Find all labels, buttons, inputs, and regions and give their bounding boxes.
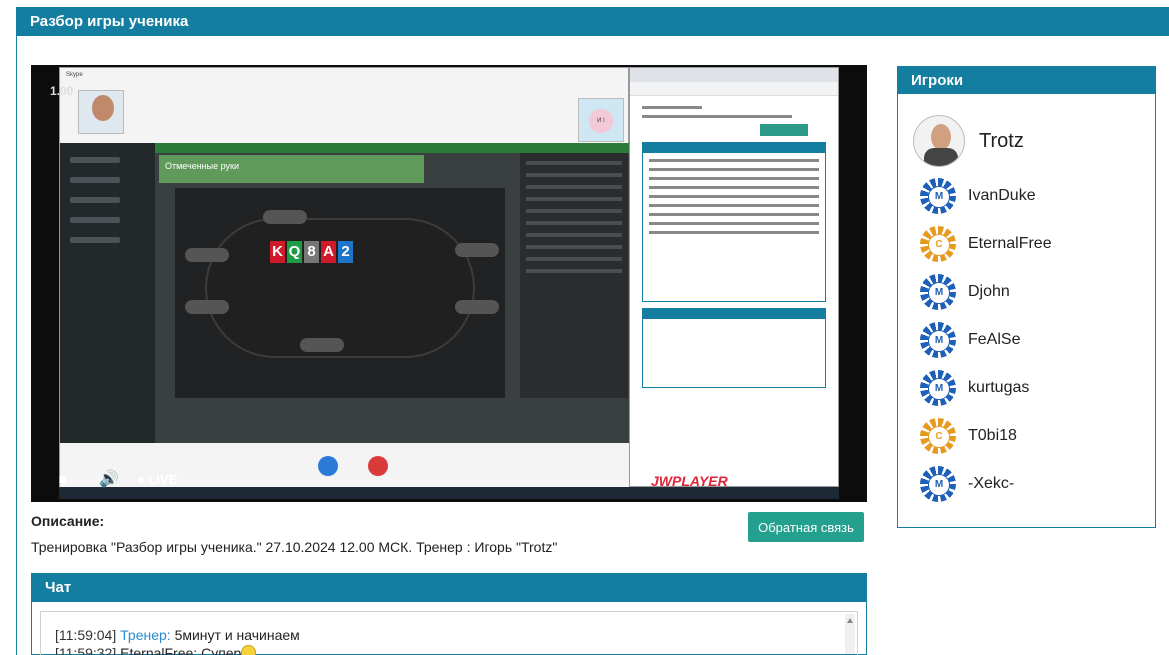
feedback-button[interactable]: Обратная связь [748,512,864,542]
participant-thumbnail [78,90,124,134]
marked-hands-header: Отмеченные руки [159,155,424,183]
hand-history-panel [520,153,628,398]
description-text: Тренировка "Разбор игры ученика." 27.10.… [31,539,558,555]
shared-screen: Skype И I Отмеченные руки KQ8A2 [59,67,839,499]
host-player[interactable]: Trotz [913,115,1024,167]
participant-thumbnail: И I [578,98,624,142]
cast-icon[interactable]: ▭ [779,469,794,489]
screen-share: Отмеченные руки KQ8A2 [60,143,630,443]
playback-speed[interactable]: 1.00 [50,84,73,98]
player-chip-icon [920,370,956,406]
host-name: Trotz [979,129,1024,152]
chat-message: [11:59:32] EternalFree: Супер [55,644,857,655]
player-name: EternalFree [968,235,1052,252]
skype-window: Skype И I Отмеченные руки KQ8A2 [59,67,630,488]
board-card: Q [287,241,302,263]
video-player[interactable]: Skype И I Отмеченные руки KQ8A2 1.00 ■ 🔊… [31,65,867,502]
stop-icon[interactable]: ■ [59,471,67,487]
players-panel: Игроки Trotz IvanDuke EternalFree Djohn FeA… [897,66,1156,528]
player-name: -Xekc- [968,475,1015,492]
board-cards: KQ8A2 [270,241,353,263]
page: Разбор игры ученика Skype И I Отмеченные… [0,0,1169,655]
player-item[interactable]: IvanDuke [920,178,1036,214]
skype-header: Skype И I [60,68,628,143]
player-name: IvanDuke [968,187,1036,204]
player-item[interactable]: kurtugas [920,370,1029,406]
avatar [913,115,965,167]
live-indicator: ● LIVE [137,472,178,487]
board-card: A [321,241,336,263]
board-card: 2 [338,241,353,263]
chat-messages[interactable]: [11:59:04] Тренер: 5минут и начинаем [11… [40,611,858,655]
page-title: Разбор игры ученика [16,7,1169,36]
player-item[interactable]: EternalFree [920,226,1052,262]
skype-title: Skype [66,72,83,78]
chat-title: Чат [31,573,867,602]
player-chip-icon [920,274,956,310]
player-item[interactable]: Djohn [920,274,1010,310]
chat-message: [11:59:04] Тренер: 5минут и начинаем [55,627,300,643]
browser-window [629,67,839,487]
share-sidebar [60,143,155,443]
player-logo: JWPLAYER [651,473,728,489]
player-chip-icon [920,178,956,214]
player-item[interactable]: -Xekc- [920,466,1014,502]
players-title: Игроки [898,67,1155,94]
volume-icon[interactable]: 🔊 [99,469,119,489]
player-item[interactable]: FeAlSe [920,322,1020,358]
page-left-border [16,36,17,655]
player-chip-icon [920,226,956,262]
player-chip-icon [920,322,956,358]
player-name: Djohn [968,283,1010,300]
player-chip-icon [920,418,956,454]
player-name: FeAlSe [968,331,1021,348]
board-card: 8 [304,241,319,263]
player-name: kurtugas [968,379,1030,396]
player-name: T0bi18 [968,427,1017,444]
live-label: LIVE [148,472,178,487]
fullscreen-icon[interactable]: ⤢ [824,469,837,487]
smile-icon [241,645,257,655]
chat-scrollbar[interactable] [845,614,855,654]
player-item[interactable]: T0bi18 [920,418,1017,454]
player-chip-icon [920,466,956,502]
poker-table: KQ8A2 [175,188,505,398]
board-card: K [270,241,285,263]
share-main: Отмеченные руки KQ8A2 [155,143,630,443]
description-title: Описание: [31,513,105,529]
